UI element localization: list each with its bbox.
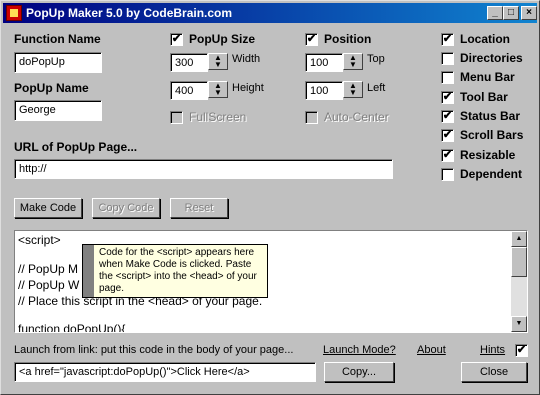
title-bar: PopUp Maker 5.0 by CodeBrain.com _ □ × xyxy=(3,3,537,23)
window-title: PopUp Maker 5.0 by CodeBrain.com xyxy=(26,6,233,20)
tooltip-bar xyxy=(83,245,94,297)
code-line: <script> xyxy=(18,233,61,247)
function-name-label: Function Name xyxy=(14,32,101,46)
tooltip-text: Code for the <script> appears here when … xyxy=(99,247,257,294)
launch-code-input[interactable]: <a href="javascript:doPopUp()">Click Her… xyxy=(14,362,316,382)
app-icon xyxy=(6,5,22,21)
position-checkbox[interactable]: ✔ xyxy=(305,33,318,46)
menu-bar-checkbox[interactable] xyxy=(441,71,454,84)
hints-checkbox[interactable]: ✔ xyxy=(515,344,528,357)
reset-button[interactable]: Reset xyxy=(170,198,228,218)
scroll-up-icon[interactable]: ▲ xyxy=(511,231,527,247)
autocenter-label: Auto-Center xyxy=(324,110,389,124)
copy-button[interactable]: Copy... xyxy=(324,362,394,382)
code-tooltip: Code for the <script> appears here when … xyxy=(82,244,268,298)
width-input[interactable]: 300 xyxy=(170,53,208,72)
code-line: function doPopUp(){ xyxy=(18,322,126,333)
scroll-bars-label: Scroll Bars xyxy=(460,128,524,142)
height-spinner[interactable]: ▲ ▼ xyxy=(208,81,228,98)
dependent-label: Dependent xyxy=(460,167,523,181)
location-label: Location xyxy=(460,32,510,46)
height-input[interactable]: 400 xyxy=(170,81,208,100)
popup-name-input[interactable]: George xyxy=(14,100,102,121)
width-spinner[interactable]: ▲ ▼ xyxy=(208,53,228,70)
url-input[interactable]: http:// xyxy=(14,159,393,179)
location-checkbox[interactable]: ✔ xyxy=(441,33,454,46)
fullscreen-label: FullScreen xyxy=(189,110,247,124)
close-window-button[interactable]: × xyxy=(521,6,537,20)
hints-link[interactable]: Hints xyxy=(480,344,505,356)
status-bar-checkbox[interactable]: ✔ xyxy=(441,110,454,123)
autocenter-checkbox xyxy=(305,111,318,124)
top-label: Top xyxy=(367,53,385,65)
popup-size-checkbox[interactable]: ✔ xyxy=(170,33,183,46)
code-line: // PopUp W xyxy=(18,278,80,292)
top-spinner[interactable]: ▲ ▼ xyxy=(343,53,363,70)
about-link[interactable]: About xyxy=(417,344,446,356)
scroll-bars-checkbox[interactable]: ✔ xyxy=(441,129,454,142)
left-input[interactable]: 100 xyxy=(305,81,343,100)
height-label: Height xyxy=(232,82,264,94)
minimize-button[interactable]: _ xyxy=(487,6,503,20)
dependent-checkbox[interactable] xyxy=(441,168,454,181)
status-bar-label: Status Bar xyxy=(460,109,521,123)
fullscreen-checkbox xyxy=(170,111,183,124)
scroll-down-icon[interactable]: ▼ xyxy=(511,316,527,332)
left-spinner[interactable]: ▲ ▼ xyxy=(343,81,363,98)
code-scrollbar[interactable]: ▲ ▼ xyxy=(511,231,527,332)
close-button[interactable]: Close xyxy=(461,362,527,382)
make-code-button[interactable]: Make Code xyxy=(14,198,82,218)
top-input[interactable]: 100 xyxy=(305,53,343,72)
popup-name-label: PopUp Name xyxy=(14,81,89,95)
copy-code-button[interactable]: Copy Code xyxy=(92,198,160,218)
left-label: Left xyxy=(367,82,386,94)
tool-bar-label: Tool Bar xyxy=(460,90,508,104)
tool-bar-checkbox[interactable]: ✔ xyxy=(441,91,454,104)
popup-size-label: PopUp Size xyxy=(189,32,256,46)
resizable-label: Resizable xyxy=(460,148,516,162)
maximize-button[interactable]: □ xyxy=(503,6,519,20)
url-label: URL of PopUp Page... xyxy=(14,140,138,154)
position-label: Position xyxy=(324,32,372,46)
launch-label: Launch from link: put this code in the b… xyxy=(14,344,294,356)
scroll-thumb[interactable] xyxy=(511,247,527,277)
directories-checkbox[interactable] xyxy=(441,52,454,65)
code-line: // PopUp M xyxy=(18,262,79,276)
launch-mode-link[interactable]: Launch Mode? xyxy=(323,344,396,356)
directories-label: Directories xyxy=(460,51,523,65)
function-name-input[interactable]: doPopUp xyxy=(14,52,102,73)
menu-bar-label: Menu Bar xyxy=(460,70,515,84)
width-label: Width xyxy=(232,53,261,65)
popup-maker-window: PopUp Maker 5.0 by CodeBrain.com _ □ × F… xyxy=(0,0,540,395)
resizable-checkbox[interactable]: ✔ xyxy=(441,149,454,162)
